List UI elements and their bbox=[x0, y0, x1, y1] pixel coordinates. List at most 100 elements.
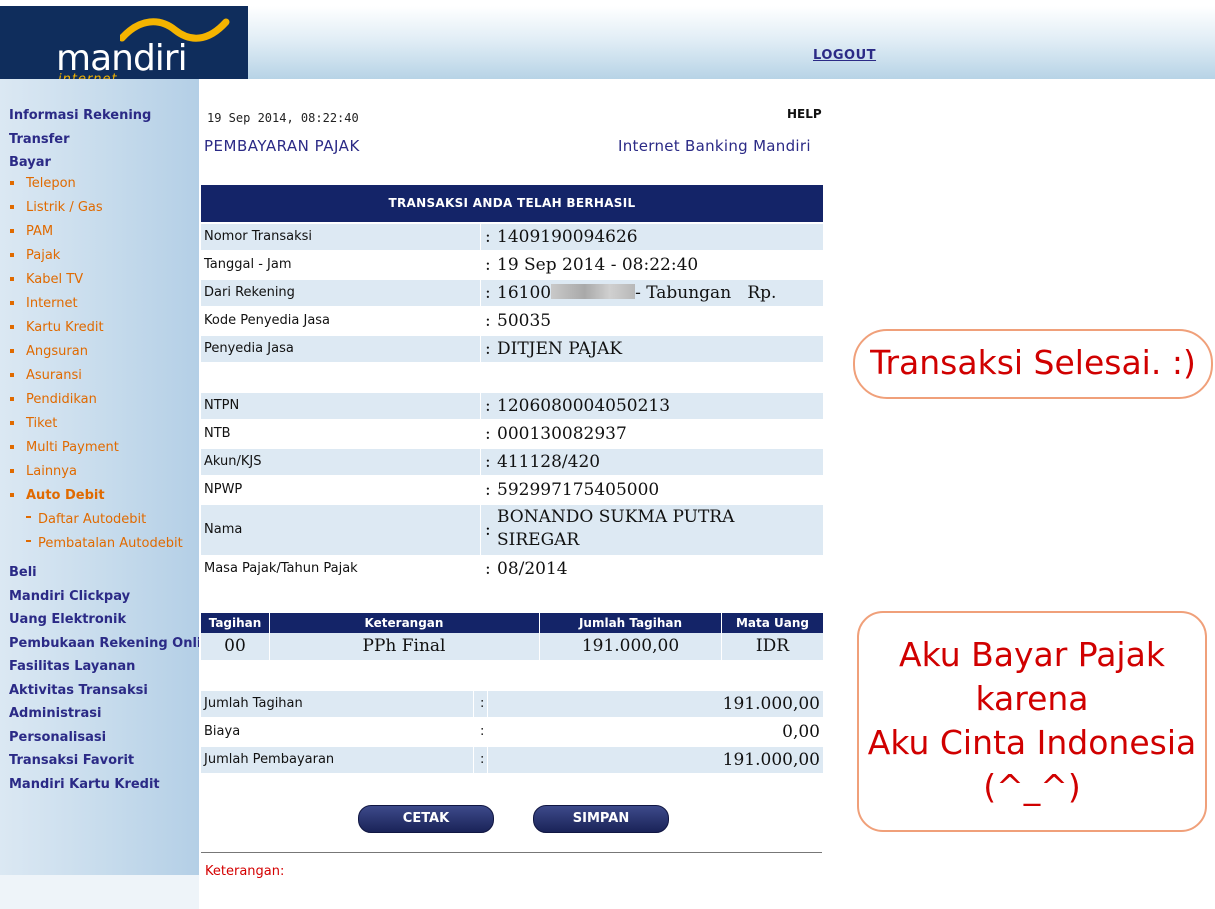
row-divider bbox=[480, 252, 481, 278]
col-header-keterangan: Keterangan bbox=[364, 616, 444, 630]
row-divider bbox=[480, 449, 481, 475]
detail-row-ntb: NTB :000130082937 bbox=[201, 421, 823, 447]
nav-bayar-pajak[interactable]: Pajak bbox=[10, 248, 60, 263]
success-banner: TRANSAKSI ANDA TELAH BERHASIL bbox=[201, 185, 823, 222]
row-value: 000130082937 bbox=[497, 424, 627, 444]
nav-bayar-pam[interactable]: PAM bbox=[10, 224, 53, 239]
summary-biaya: Biaya : 0,00 bbox=[201, 719, 823, 745]
annotation-line: Aku Cinta Indonesia bbox=[867, 723, 1197, 762]
summary-value: 191.000,00 bbox=[722, 750, 820, 770]
summary-jumlah-tagihan: Jumlah Tagihan : 191.000,00 bbox=[201, 691, 823, 717]
row-value: DITJEN PAJAK bbox=[497, 339, 623, 359]
nav-bayar-angsuran[interactable]: Angsuran bbox=[10, 344, 88, 359]
nav-label: Auto Debit bbox=[26, 488, 105, 503]
logout-link[interactable]: LOGOUT bbox=[813, 48, 876, 63]
bullet-icon bbox=[10, 276, 14, 281]
nav-bayar[interactable]: Bayar bbox=[9, 155, 51, 170]
bullet-icon bbox=[10, 228, 14, 233]
nav-bayar-multi-payment[interactable]: Multi Payment bbox=[10, 440, 119, 455]
summary-value: 0,00 bbox=[782, 722, 820, 742]
nav-bayar-listrik[interactable]: Listrik / Gas bbox=[10, 200, 103, 215]
bill-table-header: Tagihan Keterangan Jumlah Tagihan Mata U… bbox=[201, 613, 823, 633]
row-label: Tanggal - Jam bbox=[204, 257, 292, 272]
nav-pembatalan-autodebit[interactable]: Pembatalan Autodebit bbox=[26, 536, 183, 551]
summary-colon: : bbox=[480, 724, 485, 739]
nav-label: Lainnya bbox=[26, 464, 77, 479]
row-colon: : bbox=[485, 283, 491, 303]
detail-row-nomor-transaksi: Nomor Transaksi :1409190094626 bbox=[201, 224, 823, 250]
annotation-bubble-selesai: Transaksi Selesai. :) bbox=[853, 329, 1213, 399]
nav-personalisasi[interactable]: Personalisasi bbox=[9, 730, 106, 745]
row-colon: : bbox=[485, 520, 491, 540]
bullet-icon bbox=[10, 396, 14, 401]
detail-row-kode-penyedia-jasa: Kode Penyedia Jasa :50035 bbox=[201, 308, 823, 334]
detail-row-dari-rekening: Dari Rekening : 16100 - Tabungan Rp. bbox=[201, 280, 823, 306]
nav-bayar-auto-debit[interactable]: Auto Debit bbox=[10, 488, 105, 503]
nav-bayar-kabel-tv[interactable]: Kabel TV bbox=[10, 272, 83, 287]
masked-account-digits bbox=[551, 284, 636, 299]
detail-row-akun-kjs: Akun/KJS :411128/420 bbox=[201, 449, 823, 475]
annotation-line: karena bbox=[975, 679, 1089, 718]
nav-uang-elektronik[interactable]: Uang Elektronik bbox=[9, 612, 126, 627]
summary-jumlah-pembayaran: Jumlah Pembayaran : 191.000,00 bbox=[201, 747, 823, 773]
mandiri-logo: mandiri internet bbox=[0, 6, 248, 79]
nav-mandiri-clickpay[interactable]: Mandiri Clickpay bbox=[9, 589, 130, 604]
row-divider bbox=[473, 719, 474, 745]
help-link[interactable]: HELP bbox=[787, 107, 822, 121]
row-label: Nama bbox=[204, 522, 243, 537]
row-label: Kode Penyedia Jasa bbox=[204, 313, 331, 328]
account-prefix: 16100 bbox=[497, 283, 552, 303]
nav-administrasi[interactable]: Administrasi bbox=[9, 706, 101, 721]
nav-transfer[interactable]: Transfer bbox=[9, 132, 70, 147]
nav-fasilitas-layanan[interactable]: Fasilitas Layanan bbox=[9, 659, 135, 674]
simpan-button[interactable]: SIMPAN bbox=[533, 805, 669, 833]
bullet-icon bbox=[10, 372, 14, 377]
nav-label: Pendidikan bbox=[26, 392, 97, 407]
row-colon: : bbox=[485, 255, 491, 275]
row-value: 1409190094626 bbox=[497, 227, 638, 247]
nav-informasi-rekening[interactable]: Informasi Rekening bbox=[9, 108, 151, 123]
nav-bayar-asuransi[interactable]: Asuransi bbox=[10, 368, 82, 383]
nav-transaksi-favorit[interactable]: Transaksi Favorit bbox=[9, 753, 134, 768]
row-label: NTPN bbox=[204, 398, 240, 413]
header-bar bbox=[248, 6, 1215, 79]
nav-pembukaan-rekening[interactable]: Pembukaan Rekening Online bbox=[9, 636, 199, 651]
summary-colon: : bbox=[480, 752, 485, 767]
bullet-icon bbox=[10, 180, 14, 185]
nav-bayar-pendidikan[interactable]: Pendidikan bbox=[10, 392, 97, 407]
nav-bayar-tiket[interactable]: Tiket bbox=[10, 416, 57, 431]
annotation-bubble-pajak: Aku Bayar Pajak karena Aku Cinta Indones… bbox=[857, 611, 1207, 832]
nav-label: Daftar Autodebit bbox=[38, 512, 147, 527]
dash-icon bbox=[26, 516, 31, 518]
nav-bayar-kartu-kredit[interactable]: Kartu Kredit bbox=[10, 320, 104, 335]
table-divider bbox=[269, 613, 270, 660]
row-divider bbox=[487, 691, 488, 717]
bullet-icon bbox=[10, 204, 14, 209]
nav-mandiri-kartu-kredit[interactable]: Mandiri Kartu Kredit bbox=[9, 777, 160, 792]
row-colon: : bbox=[485, 339, 491, 359]
row-label: Masa Pajak/Tahun Pajak bbox=[204, 561, 358, 576]
cell-jumlah-tagihan: 191.000,00 bbox=[581, 636, 680, 656]
timestamp: 19 Sep 2014, 08:22:40 bbox=[207, 111, 359, 125]
nav-label: Pajak bbox=[26, 248, 61, 263]
row-colon: : bbox=[485, 396, 491, 416]
row-label: NPWP bbox=[204, 482, 243, 497]
nav-bayar-lainnya[interactable]: Lainnya bbox=[10, 464, 77, 479]
table-divider bbox=[721, 613, 722, 660]
col-header-jumlah-tagihan: Jumlah Tagihan bbox=[578, 616, 683, 630]
row-label: NTB bbox=[204, 426, 231, 441]
divider-line bbox=[201, 852, 822, 853]
row-colon: : bbox=[485, 480, 491, 500]
nav-bayar-internet[interactable]: Internet bbox=[10, 296, 78, 311]
row-value: 19 Sep 2014 - 08:22:40 bbox=[497, 255, 699, 275]
cell-keterangan: PPh Final bbox=[362, 636, 446, 656]
bullet-icon bbox=[10, 492, 14, 497]
nav-label: Listrik / Gas bbox=[26, 200, 103, 215]
cetak-button[interactable]: CETAK bbox=[358, 805, 494, 833]
nav-beli[interactable]: Beli bbox=[9, 565, 37, 580]
nav-daftar-autodebit[interactable]: Daftar Autodebit bbox=[26, 512, 146, 527]
nav-aktivitas-transaksi[interactable]: Aktivitas Transaksi bbox=[9, 683, 148, 698]
nav-bayar-telepon[interactable]: Telepon bbox=[10, 176, 76, 191]
nav-label: Kartu Kredit bbox=[26, 320, 104, 335]
row-colon: : bbox=[485, 559, 491, 579]
